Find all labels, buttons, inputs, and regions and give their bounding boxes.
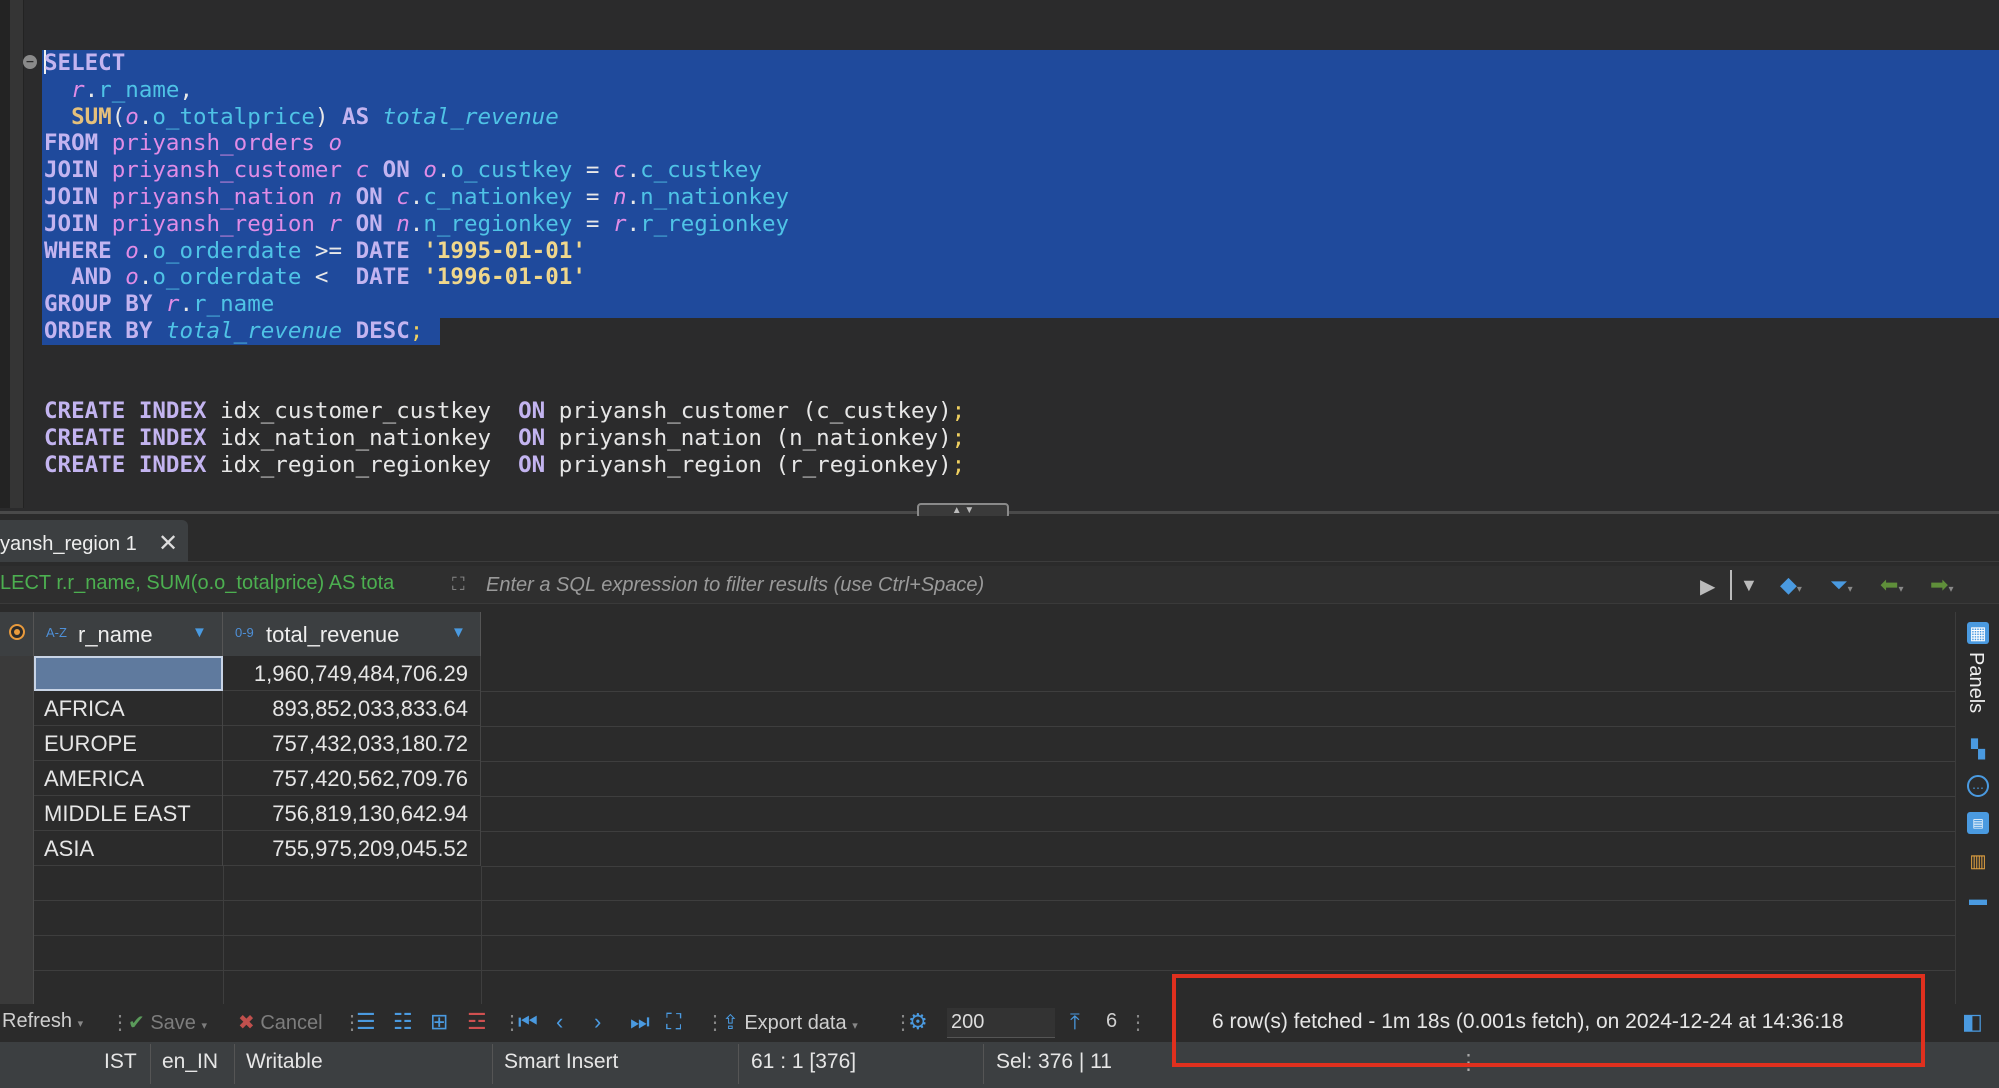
settings-gear-icon[interactable]: ⚙ [908, 1009, 928, 1035]
cell-total-revenue[interactable]: 755,975,209,045.52 [223, 831, 481, 866]
number-type-icon: 0-9 [235, 625, 254, 640]
add-row-icon[interactable]: ☷ [393, 1009, 413, 1035]
cancel-icon: ✖ [238, 1012, 255, 1034]
refresh-button[interactable]: Refresh ▾ [2, 1010, 83, 1033]
fetch-all-icon[interactable]: ⛶ [666, 1009, 681, 1035]
results-grid[interactable]: A-Z r_name ▼ 0-9 total_revenue ▼ 1,960,7… [0, 612, 1955, 1004]
panels-label[interactable]: Panels [1964, 652, 1987, 713]
calculator-icon[interactable]: ▤ [1967, 812, 1989, 834]
first-page-icon[interactable]: ⏮ [518, 1009, 538, 1035]
code-line[interactable]: CREATE INDEX idx_customer_custkey ON pri… [44, 398, 965, 425]
table-row[interactable]: ASIA 755,975,209,045.52 [34, 831, 481, 866]
sort-dropdown-icon[interactable]: ▼ [192, 624, 207, 641]
back-arrow-icon[interactable]: ⬅▾ [1880, 572, 1903, 598]
table-row[interactable]: AFRICA 893,852,033,833.64 [34, 691, 481, 726]
cell-r-name[interactable]: EUROPE [34, 726, 223, 761]
save-button[interactable]: ✔ Save ▾ [128, 1010, 207, 1035]
cell-r-name[interactable]: AMERICA [34, 761, 223, 796]
code-line[interactable]: AND o.o_orderdate < DATE '1996-01-01' [44, 264, 965, 291]
fold-icon[interactable]: − [23, 55, 37, 69]
code-line[interactable] [44, 372, 965, 399]
code-line[interactable]: JOIN priyansh_customer c ON o.o_custkey … [44, 157, 965, 184]
code-line[interactable]: WHERE o.o_orderdate >= DATE '1995-01-01' [44, 238, 965, 265]
code-line[interactable]: r.r_name, [44, 77, 965, 104]
row-count-icon[interactable]: ⤒ [1070, 1009, 1080, 1035]
tab-label: yansh_region 1 [0, 533, 137, 555]
edit-row-icon[interactable]: ☰ [356, 1009, 376, 1035]
export-data-button[interactable]: ⇪ Export data ▾ [722, 1010, 858, 1035]
table-icon[interactable]: ▥ [1967, 850, 1989, 872]
code-line[interactable]: FROM priyansh_orders o [44, 130, 965, 157]
forward-arrow-icon[interactable]: ➡▾ [1930, 572, 1953, 598]
cell-r-name[interactable]: ASIA [34, 831, 223, 866]
column-header-total-revenue[interactable]: 0-9 total_revenue ▼ [223, 612, 481, 656]
tab-results[interactable]: yansh_region 1 ✕ [0, 520, 188, 562]
editor-mode[interactable]: Writable [246, 1050, 323, 1074]
filter-icon[interactable]: ⏷▾ [1830, 572, 1853, 598]
sql-editor[interactable]: − SELECT r.r_name, SUM(o.o_totalprice) A… [0, 0, 1999, 519]
editor-gutter [0, 0, 24, 508]
code-line[interactable]: CREATE INDEX idx_region_regionkey ON pri… [44, 452, 965, 479]
timezone[interactable]: IST [104, 1050, 137, 1074]
next-page-icon[interactable]: › [594, 1009, 601, 1035]
last-page-icon[interactable]: ⏭ [630, 1009, 650, 1035]
code-line[interactable]: CREATE INDEX idx_nation_nationkey ON pri… [44, 425, 965, 452]
insert-mode[interactable]: Smart Insert [504, 1050, 618, 1074]
prev-page-icon[interactable]: ‹ [556, 1009, 563, 1035]
column-name: total_revenue [266, 622, 400, 647]
delete-row-icon[interactable]: ☲ [467, 1009, 487, 1035]
copy-row-icon[interactable]: ⊞ [430, 1009, 448, 1035]
cell-r-name[interactable]: AFRICA [34, 691, 223, 726]
column-name: r_name [78, 622, 153, 647]
run-filter-icon[interactable]: ▶ [1700, 574, 1715, 599]
cell-r-name[interactable]: MIDDLE EAST [34, 796, 223, 831]
code-line[interactable]: SUM(o.o_totalprice) AS total_revenue [44, 104, 965, 131]
column-header-r-name[interactable]: A-Z r_name ▼ [34, 612, 223, 656]
grid-view-icon[interactable]: ▚ [1967, 738, 1989, 760]
code-line[interactable]: ORDER BY total_revenue DESC; [44, 318, 965, 345]
table-row[interactable]: 1,960,749,484,706.29 [34, 656, 481, 691]
cell-r-name[interactable] [34, 656, 223, 691]
side-panels: ▦ Panels ▚ ⋯ ▤ ▥ ▬ [1955, 612, 1999, 1004]
table-row[interactable]: AMERICA 757,420,562,709.76 [34, 761, 481, 796]
filter-history-dropdown[interactable]: ▼ [1730, 570, 1758, 600]
cell-total-revenue[interactable]: 757,432,033,180.72 [223, 726, 481, 761]
cell-total-revenue[interactable]: 756,819,130,642.94 [223, 796, 481, 831]
row-count: 6 [1106, 1010, 1118, 1032]
expand-icon[interactable]: ⛶ [452, 574, 476, 598]
table-row[interactable]: MIDDLE EAST 756,819,130,642.94 [34, 796, 481, 831]
code-line[interactable]: JOIN priyansh_nation n ON c.c_nationkey … [44, 184, 965, 211]
sql-code[interactable]: SELECT r.r_name, SUM(o.o_totalprice) AS … [44, 50, 965, 479]
layout-icon[interactable]: ▬ [1967, 888, 1989, 910]
filter-input[interactable] [486, 570, 1716, 600]
code-line[interactable]: GROUP BY r.r_name [44, 291, 965, 318]
query-text[interactable]: LECT r.r_name, SUM(o.o_totalprice) AS to… [0, 572, 445, 595]
cell-total-revenue[interactable]: 1,960,749,484,706.29 [223, 656, 481, 691]
check-icon: ✔ [128, 1012, 145, 1034]
cell-total-revenue[interactable]: 757,420,562,709.76 [223, 761, 481, 796]
table-row[interactable]: EUROPE 757,432,033,180.72 [34, 726, 481, 761]
export-icon: ⇪ [722, 1012, 739, 1034]
code-line[interactable] [44, 345, 965, 372]
cursor-position[interactable]: 61 : 1 [376] [751, 1050, 856, 1074]
results-tab-bar: yansh_region 1 ✕ [0, 516, 1999, 562]
code-line[interactable]: SELECT [44, 50, 965, 77]
fetch-size-input[interactable] [947, 1008, 1055, 1038]
highlight-box [1172, 974, 1925, 1067]
locale[interactable]: en_IN [162, 1050, 218, 1074]
cell-total-revenue[interactable]: 893,852,033,833.64 [223, 691, 481, 726]
code-line[interactable]: JOIN priyansh_region r ON n.n_regionkey … [44, 211, 965, 238]
filter-bar: LECT r.r_name, SUM(o.o_totalprice) AS to… [0, 566, 1999, 604]
row-header-corner[interactable] [0, 612, 34, 656]
info-icon[interactable]: ⋯ [1967, 775, 1989, 797]
selection-info: Sel: 376 | 11 [996, 1050, 1112, 1073]
sort-dropdown-icon[interactable]: ▼ [451, 624, 466, 641]
row-number-column[interactable] [0, 656, 34, 1004]
cancel-button[interactable]: ✖ Cancel [238, 1010, 323, 1035]
close-icon[interactable]: ✕ [158, 529, 178, 558]
text-type-icon: A-Z [46, 625, 67, 640]
eraser-icon[interactable]: ◆▾ [1780, 572, 1802, 598]
panel-toggle-icon[interactable]: ◧ [1962, 1009, 1983, 1035]
panels-icon[interactable]: ▦ [1967, 622, 1989, 644]
